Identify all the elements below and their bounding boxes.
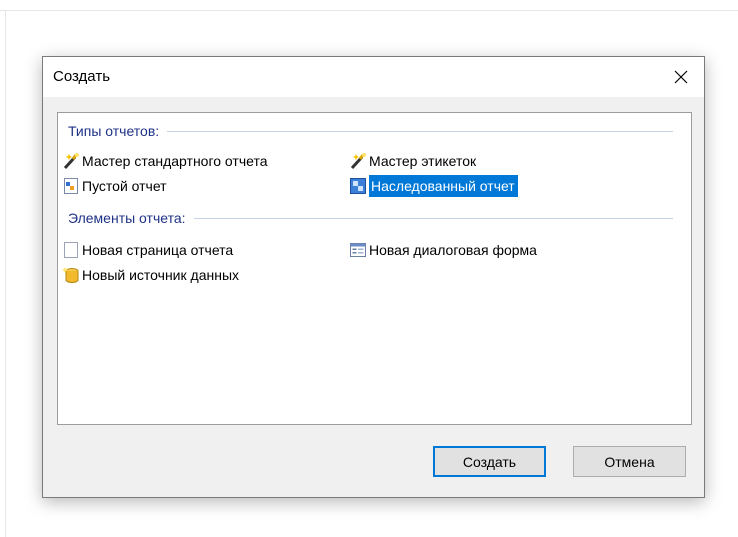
dialog-titlebar: Создать bbox=[43, 57, 704, 97]
inherited-report-icon bbox=[350, 178, 366, 194]
item-new-dialog-form[interactable]: Новая диалоговая форма bbox=[349, 239, 540, 261]
section-header-report-elements: Элементы отчета: bbox=[68, 209, 673, 227]
dialog-form-icon bbox=[350, 243, 366, 257]
page-border-left bbox=[5, 10, 6, 537]
item-label: Новая страница отчета bbox=[82, 242, 234, 258]
items-panel: Типы отчетов: Мастер стандартного отчета… bbox=[57, 112, 692, 425]
section-label-report-elements: Элементы отчета: bbox=[68, 210, 186, 226]
section-header-report-types: Типы отчетов: bbox=[68, 122, 673, 140]
item-label: Мастер этикеток bbox=[369, 153, 477, 169]
item-new-report-page[interactable]: Новая страница отчета bbox=[62, 239, 236, 261]
item-blank-report[interactable]: Пустой отчет bbox=[62, 175, 170, 197]
close-icon bbox=[674, 70, 688, 84]
blank-report-icon bbox=[64, 178, 78, 194]
page-border-top bbox=[0, 10, 738, 11]
item-label: Новый источник данных bbox=[82, 267, 240, 283]
item-label: Пустой отчет bbox=[82, 178, 167, 194]
section-label-report-types: Типы отчетов: bbox=[68, 123, 160, 139]
item-label-wizard[interactable]: Мастер этикеток bbox=[349, 150, 479, 172]
item-label: Мастер стандартного отчета bbox=[82, 153, 268, 169]
item-inherited-report[interactable]: Наследованный отчет bbox=[349, 175, 518, 197]
create-dialog: Создать Типы отчетов: Мастер стандартног… bbox=[42, 56, 705, 498]
cancel-button[interactable]: Отмена bbox=[573, 446, 686, 477]
new-datasource-icon bbox=[62, 267, 79, 283]
item-label: Новая диалоговая форма bbox=[369, 242, 537, 258]
magic-wand-icon bbox=[63, 153, 79, 170]
blank-page-icon bbox=[64, 242, 78, 258]
section-divider bbox=[193, 217, 673, 219]
dialog-title: Создать bbox=[53, 68, 111, 85]
item-new-datasource[interactable]: Новый источник данных bbox=[62, 264, 242, 286]
section-divider bbox=[167, 130, 673, 132]
item-standard-report-wizard[interactable]: Мастер стандартного отчета bbox=[62, 150, 270, 172]
create-button[interactable]: Создать bbox=[433, 446, 546, 477]
close-button[interactable] bbox=[658, 57, 704, 97]
item-label: Наследованный отчет bbox=[369, 175, 518, 197]
magic-wand-icon bbox=[350, 153, 366, 170]
